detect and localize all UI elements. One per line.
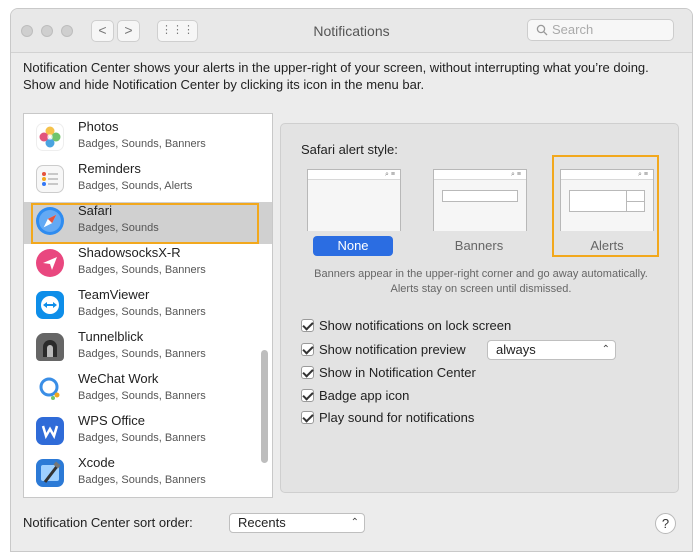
style-none-button[interactable]: None xyxy=(313,236,393,256)
intro-text: Notification Center shows your alerts in… xyxy=(23,60,649,92)
help-button[interactable]: ? xyxy=(655,513,676,534)
app-detail: Badges, Sounds, Banners xyxy=(78,264,206,276)
app-item-shadowsocks[interactable]: ShadowsocksX-R Badges, Sounds, Banners xyxy=(24,244,272,286)
option-notification-center[interactable]: Show in Notification Center xyxy=(301,365,476,383)
app-item-reminders[interactable]: Reminders Badges, Sounds, Alerts xyxy=(24,160,272,202)
checkbox[interactable] xyxy=(301,366,314,379)
option-lock-screen[interactable]: Show notifications on lock screen xyxy=(301,318,511,336)
app-detail: Badges, Sounds, Banners xyxy=(78,474,206,486)
checkbox[interactable] xyxy=(301,319,314,332)
thumb-toolbar: ⌕ ≡ xyxy=(434,170,526,180)
app-name: Tunnelblick xyxy=(78,329,144,344)
sort-order-label: Notification Center sort order: xyxy=(23,515,193,530)
app-list-scrollbar[interactable] xyxy=(261,350,268,463)
app-name: Photos xyxy=(78,119,119,134)
app-name: ShadowsocksX-R xyxy=(78,245,181,260)
app-item-wps-office[interactable]: WPS Office Badges, Sounds, Banners xyxy=(24,412,272,454)
banners-style-thumbnail[interactable]: ⌕ ≡ xyxy=(433,169,527,231)
option-preview[interactable]: Show notification preview xyxy=(301,342,466,360)
alerts-highlight-box xyxy=(552,155,659,257)
option-label: Show notifications on lock screen xyxy=(319,318,512,333)
app-item-wechat-work[interactable]: WeChat Work Badges, Sounds, Banners xyxy=(24,370,272,412)
shadowsocks-icon xyxy=(36,249,64,277)
app-name: WeChat Work xyxy=(78,371,159,386)
teamviewer-icon xyxy=(36,291,64,319)
app-name: Reminders xyxy=(78,161,141,176)
titlebar: < > ⋮⋮⋮ Notifications Search xyxy=(11,9,692,53)
app-name: TeamViewer xyxy=(78,287,150,302)
reminders-icon xyxy=(36,165,64,193)
app-name: Xcode xyxy=(78,455,115,470)
app-detail: Badges, Sounds, Banners xyxy=(78,432,206,444)
sort-order-select[interactable]: Recents ⌃ xyxy=(229,513,365,533)
app-detail: Badges, Sounds, Banners xyxy=(78,390,206,402)
app-detail: Badges, Sounds, Banners xyxy=(78,138,206,150)
safari-highlight-box xyxy=(31,203,259,244)
app-list[interactable]: Photos Badges, Sounds, Banners Reminders… xyxy=(23,113,273,498)
checkbox[interactable] xyxy=(301,343,314,356)
style-banners-button[interactable]: Banners xyxy=(439,236,519,256)
option-label: Badge app icon xyxy=(319,388,410,403)
app-detail: Badges, Sounds, Banners xyxy=(78,348,206,360)
preview-select[interactable]: always ⌃ xyxy=(487,340,616,360)
option-play-sound[interactable]: Play sound for notifications xyxy=(301,410,474,428)
banner-preview xyxy=(442,190,518,202)
checkbox[interactable] xyxy=(301,389,314,402)
search-field[interactable]: Search xyxy=(527,19,674,41)
app-name: WPS Office xyxy=(78,413,145,428)
option-badge-app-icon[interactable]: Badge app icon xyxy=(301,388,409,406)
up-down-chevron-icon: ⌃ xyxy=(350,517,359,528)
checkbox[interactable] xyxy=(301,411,314,424)
wps-office-icon xyxy=(36,417,64,445)
tunnelblick-icon xyxy=(36,333,64,361)
xcode-icon xyxy=(36,459,64,487)
thumb-toolbar: ⌕ ≡ xyxy=(308,170,400,180)
option-label: Play sound for notifications xyxy=(319,410,475,425)
alert-style-label: Safari alert style: xyxy=(301,142,398,157)
alert-style-description: Banners appear in the upper-right corner… xyxy=(314,268,648,295)
option-label: Show notification preview xyxy=(319,342,466,357)
app-item-photos[interactable]: Photos Badges, Sounds, Banners xyxy=(24,118,272,160)
app-detail: Badges, Sounds, Alerts xyxy=(78,180,193,192)
app-item-teamviewer[interactable]: TeamViewer Badges, Sounds, Banners xyxy=(24,286,272,328)
wechat-work-icon xyxy=(36,375,64,403)
app-item-xcode[interactable]: Xcode Badges, Sounds, Banners xyxy=(24,454,272,496)
option-label: Show in Notification Center xyxy=(319,365,476,380)
none-style-thumbnail[interactable]: ⌕ ≡ xyxy=(307,169,401,231)
app-detail: Badges, Sounds, Banners xyxy=(78,306,206,318)
up-down-chevron-icon: ⌃ xyxy=(601,344,610,355)
search-icon xyxy=(536,24,548,36)
search-placeholder: Search xyxy=(552,22,594,37)
app-item-tunnelblick[interactable]: Tunnelblick Badges, Sounds, Banners xyxy=(24,328,272,370)
photos-icon xyxy=(36,123,64,151)
sort-order-value: Recents xyxy=(238,515,286,530)
preview-select-value: always xyxy=(496,342,536,357)
